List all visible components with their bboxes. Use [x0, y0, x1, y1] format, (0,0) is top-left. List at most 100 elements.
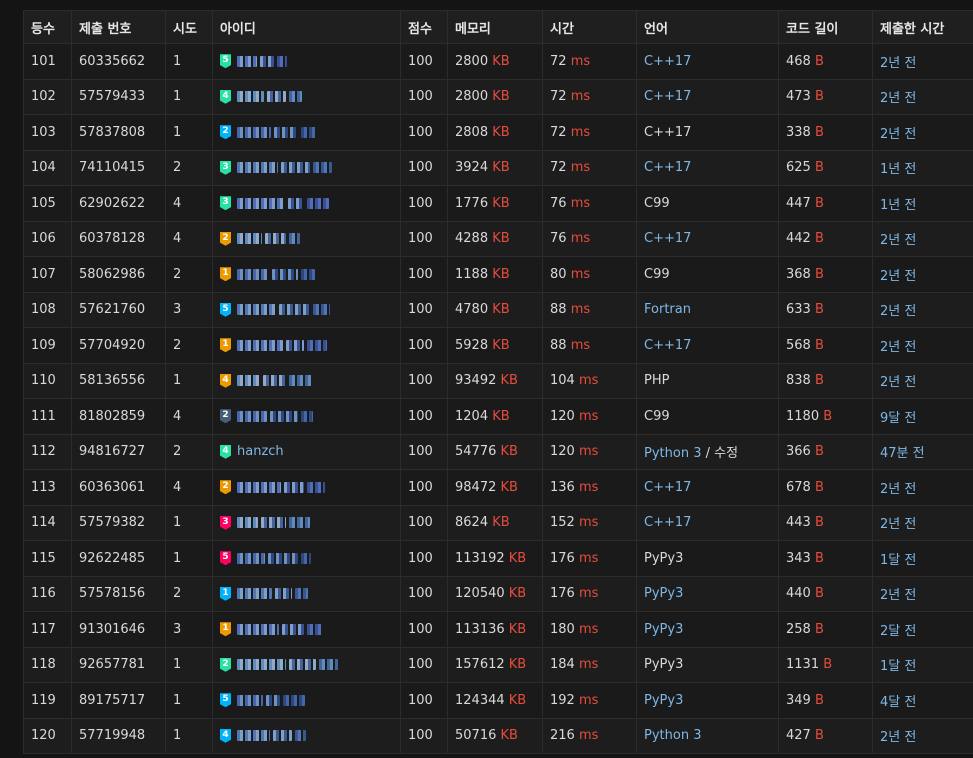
obscured-username[interactable]: [237, 160, 335, 175]
obscured-username[interactable]: [237, 480, 328, 495]
submitted-at-cell[interactable]: 2년 전: [872, 575, 973, 612]
submitted-at-link[interactable]: 2년 전: [880, 375, 916, 390]
header-user-id[interactable]: 아이디: [212, 10, 401, 44]
obscured-username[interactable]: [237, 409, 316, 424]
user-cell[interactable]: 2: [212, 114, 401, 151]
header-time[interactable]: 시간: [542, 10, 637, 44]
submitted-at-cell[interactable]: 2년 전: [872, 717, 973, 754]
obscured-username[interactable]: [237, 89, 305, 104]
obscured-username[interactable]: [237, 196, 332, 211]
submitted-at-cell[interactable]: 2년 전: [872, 114, 973, 151]
user-cell[interactable]: 4: [212, 717, 401, 754]
user-id-link[interactable]: hanzch: [237, 444, 284, 459]
submitted-at-cell[interactable]: 2년 전: [872, 504, 973, 541]
submitted-at-link[interactable]: 2달 전: [880, 624, 916, 639]
submitted-at-cell[interactable]: 1년 전: [872, 185, 973, 222]
header-attempts[interactable]: 시도: [165, 10, 213, 44]
language-cell[interactable]: PyPy3: [636, 575, 779, 612]
submitted-at-cell[interactable]: 1달 전: [872, 646, 973, 683]
submitted-at-cell[interactable]: 2년 전: [872, 43, 973, 80]
header-submitted-at[interactable]: 제출한 시간: [872, 10, 973, 44]
submitted-at-link[interactable]: 2년 전: [880, 127, 916, 142]
obscured-username[interactable]: [237, 267, 318, 282]
user-cell[interactable]: 2: [212, 469, 401, 506]
obscured-username[interactable]: [237, 338, 330, 353]
user-cell[interactable]: 4: [212, 362, 401, 399]
user-cell[interactable]: 4 hanzch: [212, 433, 401, 470]
submitted-at-link[interactable]: 2년 전: [880, 340, 916, 355]
language-value[interactable]: C++17: [644, 54, 691, 69]
obscured-username[interactable]: [237, 54, 290, 69]
submitted-at-cell[interactable]: 2년 전: [872, 78, 973, 115]
submitted-at-cell[interactable]: 2달 전: [872, 611, 973, 648]
submitted-at-link[interactable]: 2년 전: [880, 517, 916, 532]
language-cell[interactable]: C++17: [636, 504, 779, 541]
language-value[interactable]: C++17: [644, 160, 691, 175]
submitted-at-cell[interactable]: 1달 전: [872, 540, 973, 577]
header-code-length[interactable]: 코드 길이: [778, 10, 873, 44]
user-cell[interactable]: 3: [212, 149, 401, 186]
obscured-username[interactable]: [237, 551, 314, 566]
user-cell[interactable]: 5: [212, 291, 401, 328]
language-value[interactable]: C++17: [644, 89, 691, 104]
obscured-username[interactable]: [237, 515, 313, 530]
submitted-at-link[interactable]: 1년 전: [880, 162, 916, 177]
submitted-at-cell[interactable]: 1년 전: [872, 149, 973, 186]
obscured-username[interactable]: [237, 231, 303, 246]
obscured-username[interactable]: [237, 302, 333, 317]
obscured-username[interactable]: [237, 125, 320, 140]
user-cell[interactable]: 5: [212, 540, 401, 577]
submitted-at-cell[interactable]: 2년 전: [872, 362, 973, 399]
header-language[interactable]: 언어: [636, 10, 779, 44]
language-cell[interactable]: Fortran: [636, 291, 779, 328]
obscured-username[interactable]: [237, 728, 309, 743]
submitted-at-link[interactable]: 1달 전: [880, 553, 916, 568]
header-score[interactable]: 점수: [400, 10, 448, 44]
language-value[interactable]: Python 3: [644, 446, 701, 461]
obscured-username[interactable]: [237, 373, 315, 388]
language-cell[interactable]: C++17: [636, 327, 779, 364]
submitted-at-link[interactable]: 2년 전: [880, 91, 916, 106]
submitted-at-cell[interactable]: 9달 전: [872, 398, 973, 435]
language-value[interactable]: PyPy3: [644, 693, 683, 708]
submitted-at-link[interactable]: 2년 전: [880, 56, 916, 71]
submitted-at-link[interactable]: 2년 전: [880, 233, 916, 248]
obscured-username[interactable]: [237, 622, 326, 637]
submitted-at-cell[interactable]: 2년 전: [872, 291, 973, 328]
submitted-at-cell[interactable]: 2년 전: [872, 220, 973, 257]
submitted-at-link[interactable]: 2년 전: [880, 588, 916, 603]
submitted-at-link[interactable]: 4달 전: [880, 695, 916, 710]
user-cell[interactable]: 1: [212, 611, 401, 648]
user-cell[interactable]: 1: [212, 575, 401, 612]
user-cell[interactable]: 2: [212, 646, 401, 683]
submitted-at-cell[interactable]: 4달 전: [872, 682, 973, 719]
user-cell[interactable]: 3: [212, 504, 401, 541]
submitted-at-cell[interactable]: 47분 전: [872, 433, 973, 470]
language-cell[interactable]: PyPy3: [636, 611, 779, 648]
user-cell[interactable]: 2: [212, 398, 401, 435]
submitted-at-link[interactable]: 47분 전: [880, 446, 925, 461]
language-cell[interactable]: C++17: [636, 43, 779, 80]
submitted-at-link[interactable]: 1년 전: [880, 198, 916, 213]
language-cell[interactable]: Python 3 / 수정: [636, 433, 779, 470]
language-value[interactable]: C++17: [644, 480, 691, 495]
obscured-username[interactable]: [237, 657, 341, 672]
submitted-at-cell[interactable]: 2년 전: [872, 256, 973, 293]
language-value[interactable]: C++17: [644, 231, 691, 246]
obscured-username[interactable]: [237, 586, 311, 601]
language-value[interactable]: Python 3: [644, 728, 701, 743]
language-cell[interactable]: C++17: [636, 149, 779, 186]
user-cell[interactable]: 1: [212, 327, 401, 364]
header-submission-id[interactable]: 제출 번호: [71, 10, 166, 44]
submitted-at-link[interactable]: 2년 전: [880, 730, 916, 745]
submitted-at-cell[interactable]: 2년 전: [872, 469, 973, 506]
user-cell[interactable]: 5: [212, 43, 401, 80]
language-value[interactable]: C++17: [644, 338, 691, 353]
language-cell[interactable]: C++17: [636, 78, 779, 115]
submitted-at-link[interactable]: 1달 전: [880, 659, 916, 674]
language-cell[interactable]: C++17: [636, 469, 779, 506]
language-cell[interactable]: PyPy3: [636, 682, 779, 719]
user-cell[interactable]: 3: [212, 185, 401, 222]
language-cell[interactable]: Python 3: [636, 717, 779, 754]
header-rank[interactable]: 등수: [23, 10, 72, 44]
